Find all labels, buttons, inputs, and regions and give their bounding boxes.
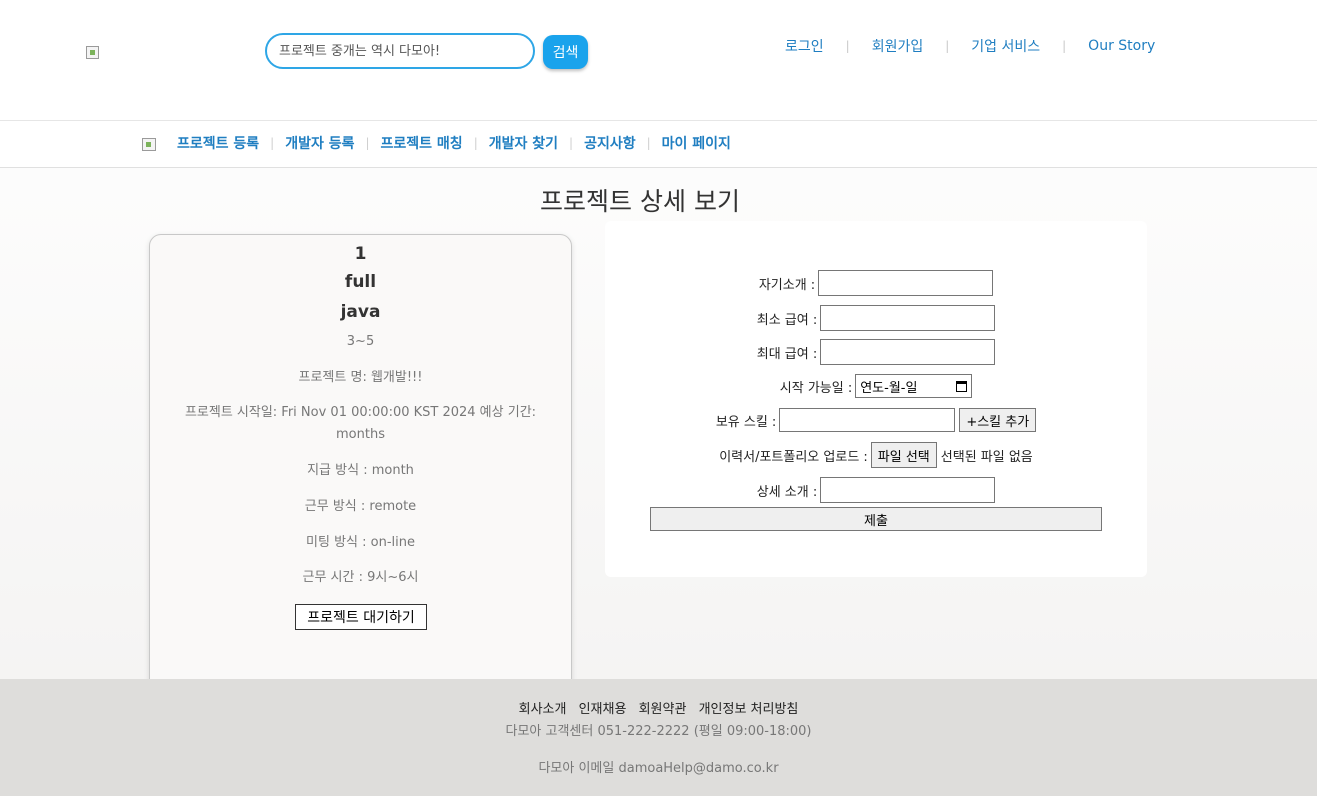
nav-item-my-page[interactable]: 마이 페이지 [662, 133, 731, 153]
skill-label: 보유 스킬 : [715, 414, 777, 430]
start-date-row: 시작 가능일 : 연도-월-일 [605, 374, 1147, 398]
intro-label: 자기소개 : [758, 277, 816, 293]
max-salary-row: 최대 급여 : [605, 339, 1147, 365]
footer-link-privacy[interactable]: 개인정보 처리방침 [699, 702, 799, 717]
logo-image-broken[interactable] [86, 46, 99, 59]
project-hours: 근무 시간 : 9시~6시 [302, 570, 419, 585]
file-select-button[interactable]: 파일 선택 [870, 442, 937, 468]
footer: 회사소개 인재채용 회원약관 개인정보 처리방침 다모아 고객센터 051-22… [0, 679, 1317, 796]
detail-row: 상세 소개 : [605, 477, 1147, 503]
add-skill-button[interactable]: +스킬 추가 [959, 408, 1037, 432]
max-salary-label: 최대 급여 : [756, 346, 818, 362]
intro-row: 자기소개 : [605, 270, 1147, 296]
application-form: 자기소개 : 최소 급여 : 최대 급여 : 시작 가능일 : 연도-월-일 보… [605, 221, 1147, 577]
date-placeholder: 연도-월-일 [860, 380, 918, 396]
divider: | [569, 136, 574, 150]
divider: | [365, 136, 370, 150]
footer-link-terms[interactable]: 회원약관 [639, 702, 687, 717]
divider: | [270, 136, 275, 150]
nav-item-find-developer[interactable]: 개발자 찾기 [489, 133, 558, 153]
divider: | [945, 39, 950, 53]
login-link[interactable]: 로그인 [785, 36, 824, 56]
nav-item-project-register[interactable]: 프로젝트 등록 [177, 133, 259, 153]
footer-link-careers[interactable]: 인재채용 [579, 702, 627, 717]
nav-item-developer-register[interactable]: 개발자 등록 [285, 133, 354, 153]
divider: | [1062, 39, 1067, 53]
detail-input[interactable] [820, 477, 996, 503]
search-button[interactable]: 검색 [543, 35, 588, 69]
footer-email: 다모아 이메일 damoaHelp@damo.co.kr [538, 761, 779, 776]
project-type: full [344, 272, 377, 292]
min-salary-row: 최소 급여 : [605, 305, 1147, 331]
nav-item-project-matching[interactable]: 프로젝트 매칭 [381, 133, 463, 153]
calendar-icon[interactable] [956, 380, 968, 392]
divider: | [473, 136, 478, 150]
file-status: 선택된 파일 없음 [940, 449, 1033, 465]
project-meeting-type: 미팅 방식 : on-line [306, 535, 415, 550]
divider: | [845, 39, 850, 53]
intro-input[interactable] [818, 270, 994, 296]
upload-row: 이력서/포트폴리오 업로드 : 파일 선택 선택된 파일 없음 [605, 442, 1147, 468]
project-career: 3~5 [346, 334, 375, 349]
nav-item-notices[interactable]: 공지사항 [584, 133, 636, 153]
project-number: 1 [354, 244, 367, 264]
project-language: java [340, 302, 381, 322]
project-name: 프로젝트 명: 웹개발!!! [298, 370, 423, 385]
footer-link-company[interactable]: 회사소개 [519, 702, 567, 717]
our-story-link[interactable]: Our Story [1088, 38, 1155, 54]
top-links: 로그인 | 회원가입 | 기업 서비스 | Our Story [785, 36, 1155, 56]
detail-label: 상세 소개 : [756, 484, 818, 500]
footer-links: 회사소개 인재채용 회원약관 개인정보 처리방침 [0, 698, 1317, 717]
header: 검색 로그인 | 회원가입 | 기업 서비스 | Our Story [0, 0, 1317, 120]
start-date-label: 시작 가능일 : [779, 380, 853, 396]
start-date-input[interactable]: 연도-월-일 [855, 374, 973, 398]
submit-button[interactable]: 제출 [650, 507, 1102, 531]
skill-row: 보유 스킬 : +스킬 추가 [605, 408, 1147, 432]
divider: | [646, 136, 651, 150]
project-card: 1 full java 3~5 프로젝트 명: 웹개발!!! 프로젝트 시작일:… [149, 234, 572, 694]
project-period: 프로젝트 시작일: Fri Nov 01 00:00:00 KST 2024 예… [184, 405, 537, 442]
project-payment: 지급 방식 : month [307, 463, 414, 478]
enterprise-service-link[interactable]: 기업 서비스 [971, 36, 1040, 56]
min-salary-input[interactable] [820, 305, 996, 331]
project-wait-button[interactable]: 프로젝트 대기하기 [295, 604, 427, 630]
project-work-type: 근무 방식 : remote [304, 499, 417, 514]
upload-label: 이력서/포트폴리오 업로드 : [719, 449, 868, 465]
nav-items: 프로젝트 등록 | 개발자 등록 | 프로젝트 매칭 | 개발자 찾기 | 공지… [177, 133, 731, 153]
nav-logo-image-broken[interactable] [142, 138, 156, 151]
max-salary-input[interactable] [820, 339, 996, 365]
footer-support: 다모아 고객센터 051-222-2222 (평일 09:00-18:00) [505, 724, 812, 739]
skill-input[interactable] [779, 408, 956, 432]
search-input[interactable] [265, 33, 535, 69]
signup-link[interactable]: 회원가입 [872, 36, 924, 56]
min-salary-label: 최소 급여 : [756, 312, 818, 328]
main-nav: 프로젝트 등록 | 개발자 등록 | 프로젝트 매칭 | 개발자 찾기 | 공지… [0, 120, 1317, 168]
page-title: 프로젝트 상세 보기 [540, 187, 740, 216]
